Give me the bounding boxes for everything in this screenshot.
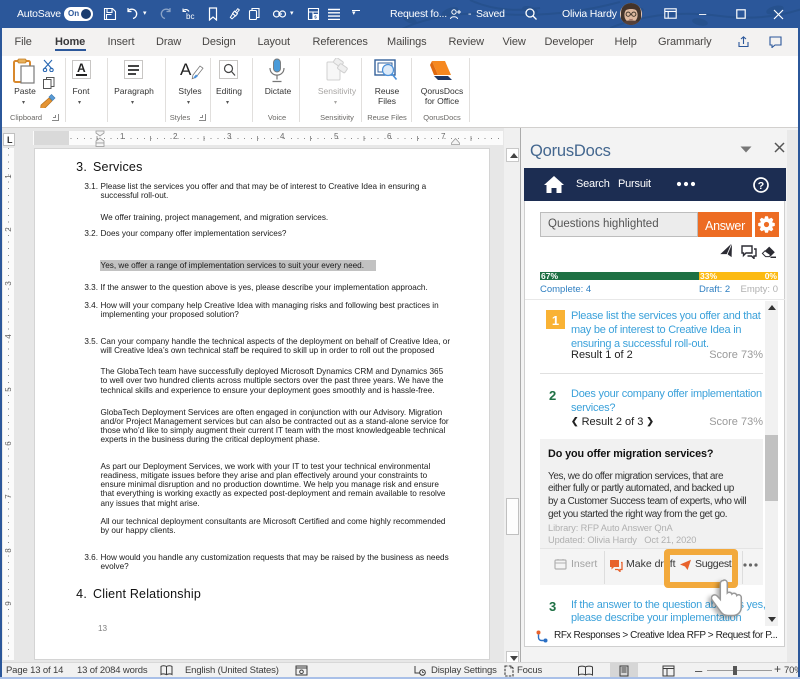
- svg-text:?: ?: [758, 180, 764, 192]
- svg-text:A: A: [180, 60, 192, 79]
- svg-text:bc: bc: [186, 12, 194, 21]
